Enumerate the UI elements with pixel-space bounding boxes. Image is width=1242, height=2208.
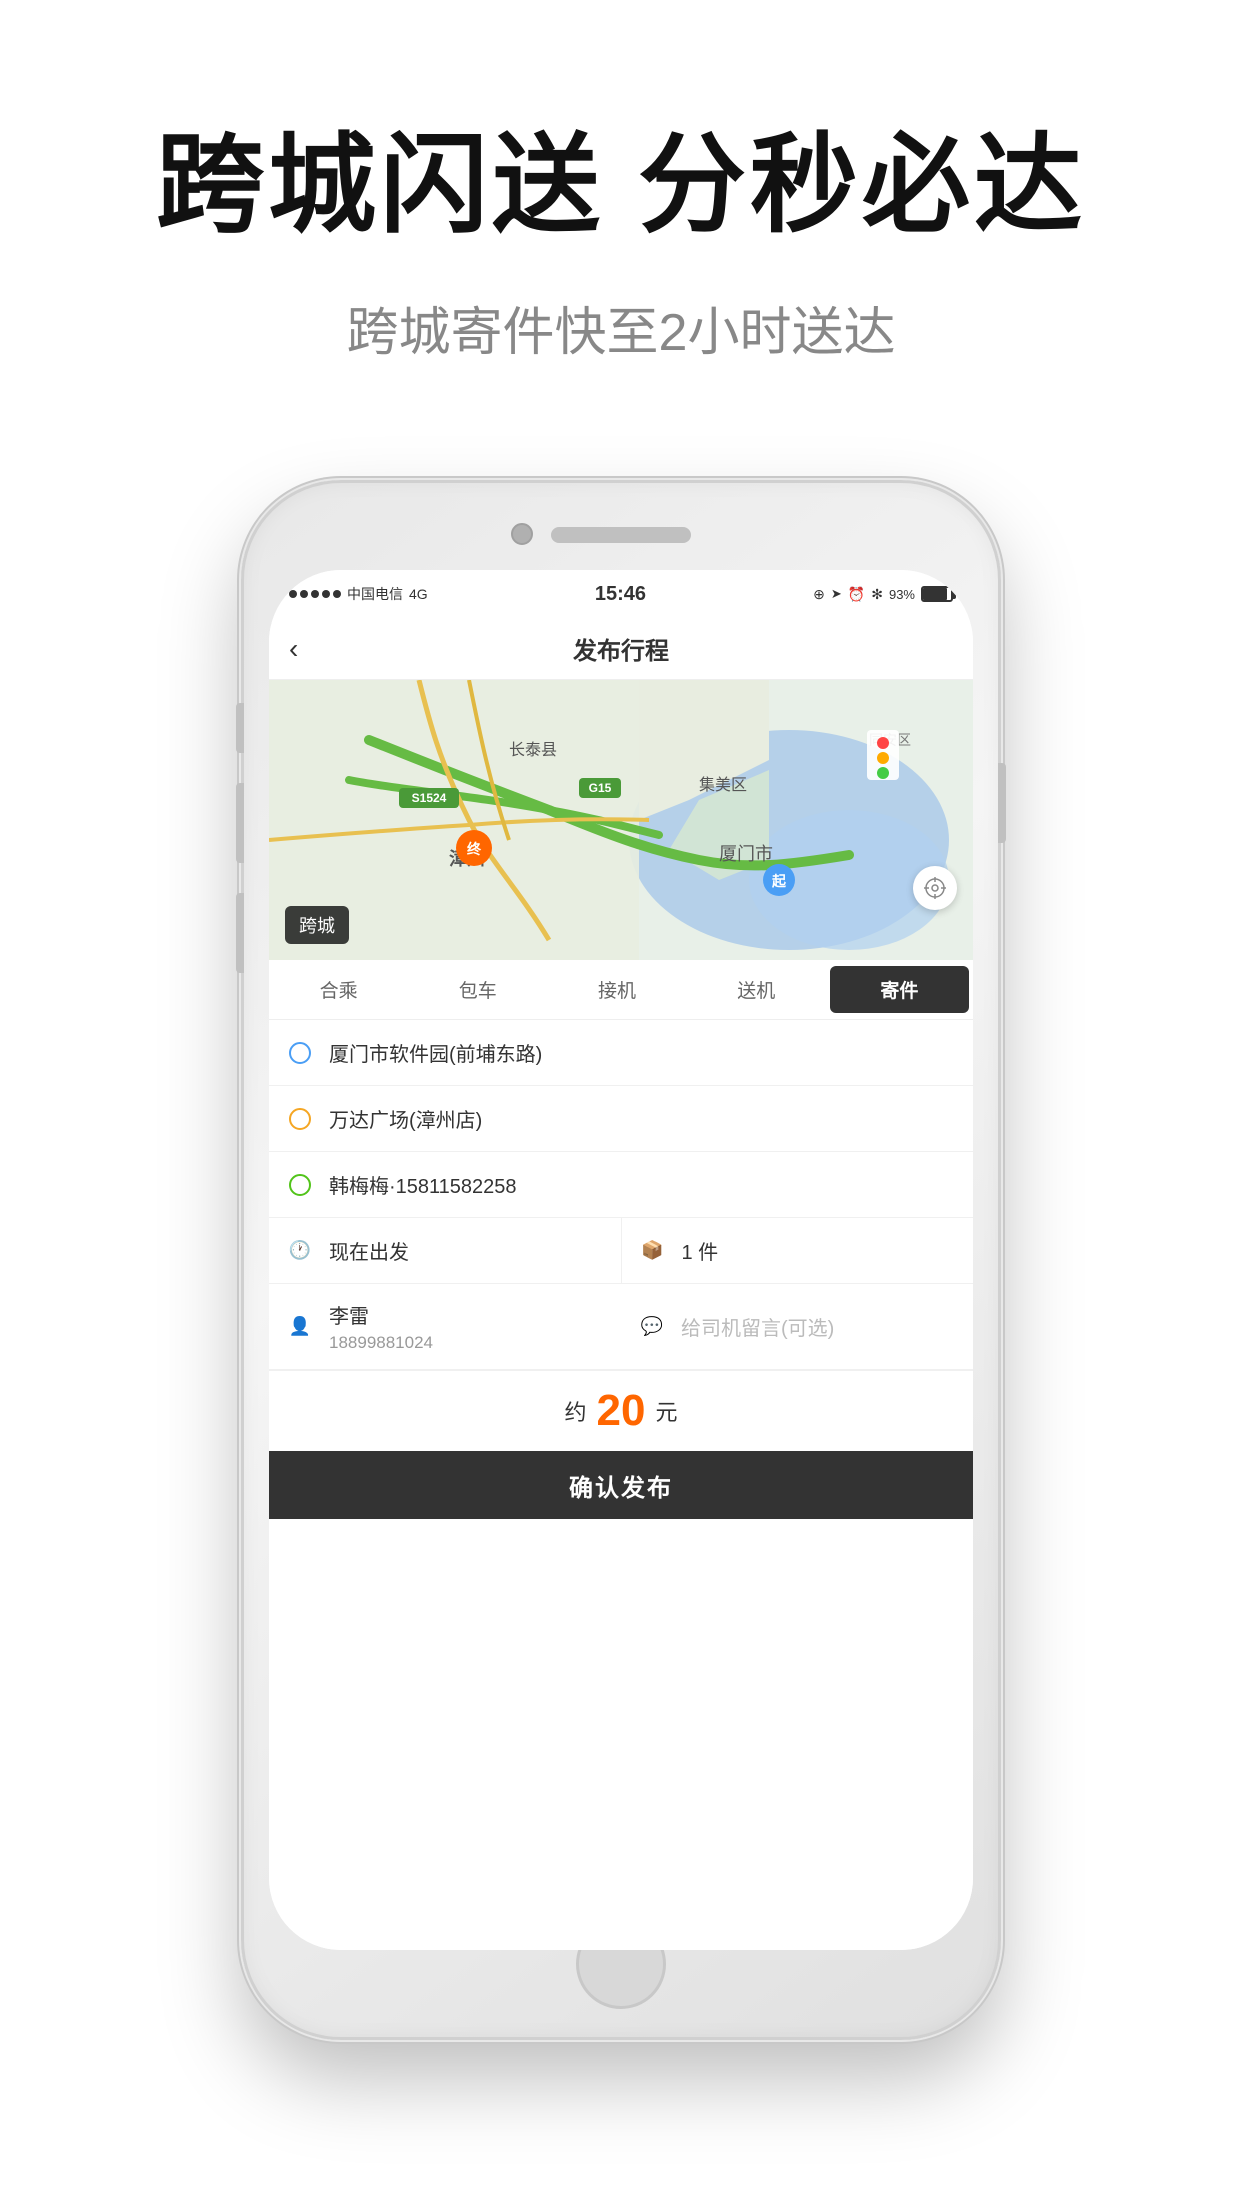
box-icon: 📦: [642, 1240, 664, 1262]
departure-col[interactable]: 🕐 现在出发: [269, 1218, 622, 1283]
phone-speaker: [551, 527, 691, 543]
battery-icon: [921, 586, 953, 602]
status-right: ⊕ ➤ ⏰ ✻ 93%: [813, 586, 953, 603]
pickup-row[interactable]: 厦门市软件园(前埔东路): [269, 1020, 973, 1086]
location-button[interactable]: [913, 866, 957, 910]
svg-text:集美区: 集美区: [699, 776, 747, 794]
map-area[interactable]: S1524 G15 漳州 长泰县 集美区 厦门市 同安区 起 终: [269, 680, 973, 960]
price-footer: 约 20 元: [269, 1370, 973, 1451]
back-button[interactable]: ‹: [289, 633, 298, 665]
battery-pct: 93%: [889, 587, 915, 602]
count-text: 1 件: [682, 1236, 954, 1265]
svg-text:厦门市: 厦门市: [719, 844, 773, 864]
bluetooth-icon: ✻: [871, 586, 883, 603]
status-left: 中国电信 4G: [289, 584, 428, 604]
pickup-text: 厦门市软件园(前埔东路): [329, 1038, 953, 1067]
hero-section: 跨城闪送 分秒必达 跨城寄件快至2小时送达: [0, 0, 1242, 365]
phone-mockup: 中国电信 4G 15:46 ⊕ ➤ ⏰ ✻ 93% ‹ 发布行程: [241, 480, 1001, 2040]
tab-bar: 合乘 包车 接机 送机 寄件: [269, 960, 973, 1020]
hero-subtitle: 跨城寄件快至2小时送达: [0, 290, 1242, 365]
signal-dot-3: [311, 590, 319, 598]
carrier-label: 中国电信: [347, 584, 403, 604]
confirm-button-label: 确认发布: [569, 1468, 673, 1503]
status-bar: 中国电信 4G 15:46 ⊕ ➤ ⏰ ✻ 93%: [269, 570, 973, 618]
form-area: 厦门市软件园(前埔东路) 万达广场(漳州店) 韩梅梅·15811582258 🕐: [269, 1020, 973, 1950]
hero-title: 跨城闪送 分秒必达: [0, 120, 1242, 250]
phone-vol-down-button: [236, 893, 244, 973]
svg-text:终: 终: [467, 841, 482, 857]
price-unit-label: 元: [655, 1395, 677, 1427]
depart-count-row: 🕐 现在出发 📦 1 件: [269, 1218, 973, 1284]
status-time: 15:46: [595, 583, 646, 606]
contact-text: 韩梅梅·15811582258: [329, 1170, 953, 1199]
phone-vol-up-button: [236, 783, 244, 863]
signal-dot-4: [322, 590, 330, 598]
sender-phone: 18899881024: [329, 1333, 433, 1353]
screen-content: 中国电信 4G 15:46 ⊕ ➤ ⏰ ✻ 93% ‹ 发布行程: [269, 570, 973, 1950]
tab-carpooling[interactable]: 合乘: [269, 960, 408, 1019]
signal-dot-5: [333, 590, 341, 598]
svg-text:S1524: S1524: [412, 791, 447, 805]
phone-camera: [511, 523, 533, 545]
message-col[interactable]: 💬 给司机留言(可选): [621, 1284, 973, 1369]
price-approx-label: 约: [565, 1395, 587, 1427]
person-icon: 👤: [289, 1316, 311, 1338]
clock-icon: 🕐: [289, 1240, 311, 1262]
chat-icon: 💬: [641, 1316, 663, 1338]
phone-power-button: [998, 763, 1006, 843]
signal-dot-1: [289, 590, 297, 598]
pickup-icon: [289, 1042, 311, 1064]
page-title: 发布行程: [573, 631, 669, 666]
phone-mute-button: [236, 703, 244, 753]
phone-screen: 中国电信 4G 15:46 ⊕ ➤ ⏰ ✻ 93% ‹ 发布行程: [269, 570, 973, 1950]
dropoff-row[interactable]: 万达广场(漳州店): [269, 1086, 973, 1152]
sender-row: 👤 李雷 18899881024 💬 给司机留言(可选): [269, 1284, 973, 1370]
signal-dots: [289, 590, 341, 598]
confirm-button[interactable]: 确认发布: [269, 1451, 973, 1519]
svg-text:长泰县: 长泰县: [509, 741, 557, 759]
cross-city-badge: 跨城: [285, 906, 349, 944]
departure-text: 现在出发: [329, 1236, 601, 1265]
dropoff-text: 万达广场(漳州店): [329, 1104, 953, 1133]
map-svg: S1524 G15 漳州 长泰县 集美区 厦门市 同安区 起 终: [269, 680, 973, 960]
contact-row[interactable]: 韩梅梅·15811582258: [269, 1152, 973, 1218]
svg-text:起: 起: [771, 873, 787, 889]
signal-dot-2: [300, 590, 308, 598]
svg-text:G15: G15: [589, 781, 612, 795]
alarm-icon: ⏰: [848, 586, 865, 603]
target-icon: [924, 877, 946, 899]
sender-name: 李雷: [329, 1300, 433, 1329]
tab-parcel[interactable]: 寄件: [830, 966, 969, 1013]
navigation-icon: ➤: [831, 586, 842, 602]
dropoff-icon: [289, 1108, 311, 1130]
count-col[interactable]: 📦 1 件: [622, 1218, 974, 1283]
battery-fill: [923, 588, 947, 600]
network-label: 4G: [409, 586, 428, 602]
sender-info-col[interactable]: 👤 李雷 18899881024: [269, 1284, 621, 1369]
tab-charter[interactable]: 包车: [408, 960, 547, 1019]
price-amount: 20: [597, 1389, 646, 1433]
sender-info: 李雷 18899881024: [329, 1300, 433, 1353]
gps-icon: ⊕: [813, 586, 825, 603]
tab-dropoff[interactable]: 送机: [687, 960, 826, 1019]
navigation-bar: ‹ 发布行程: [269, 618, 973, 680]
tab-pickup[interactable]: 接机: [547, 960, 686, 1019]
contact-icon: [289, 1174, 311, 1196]
message-placeholder: 给司机留言(可选): [681, 1312, 953, 1341]
